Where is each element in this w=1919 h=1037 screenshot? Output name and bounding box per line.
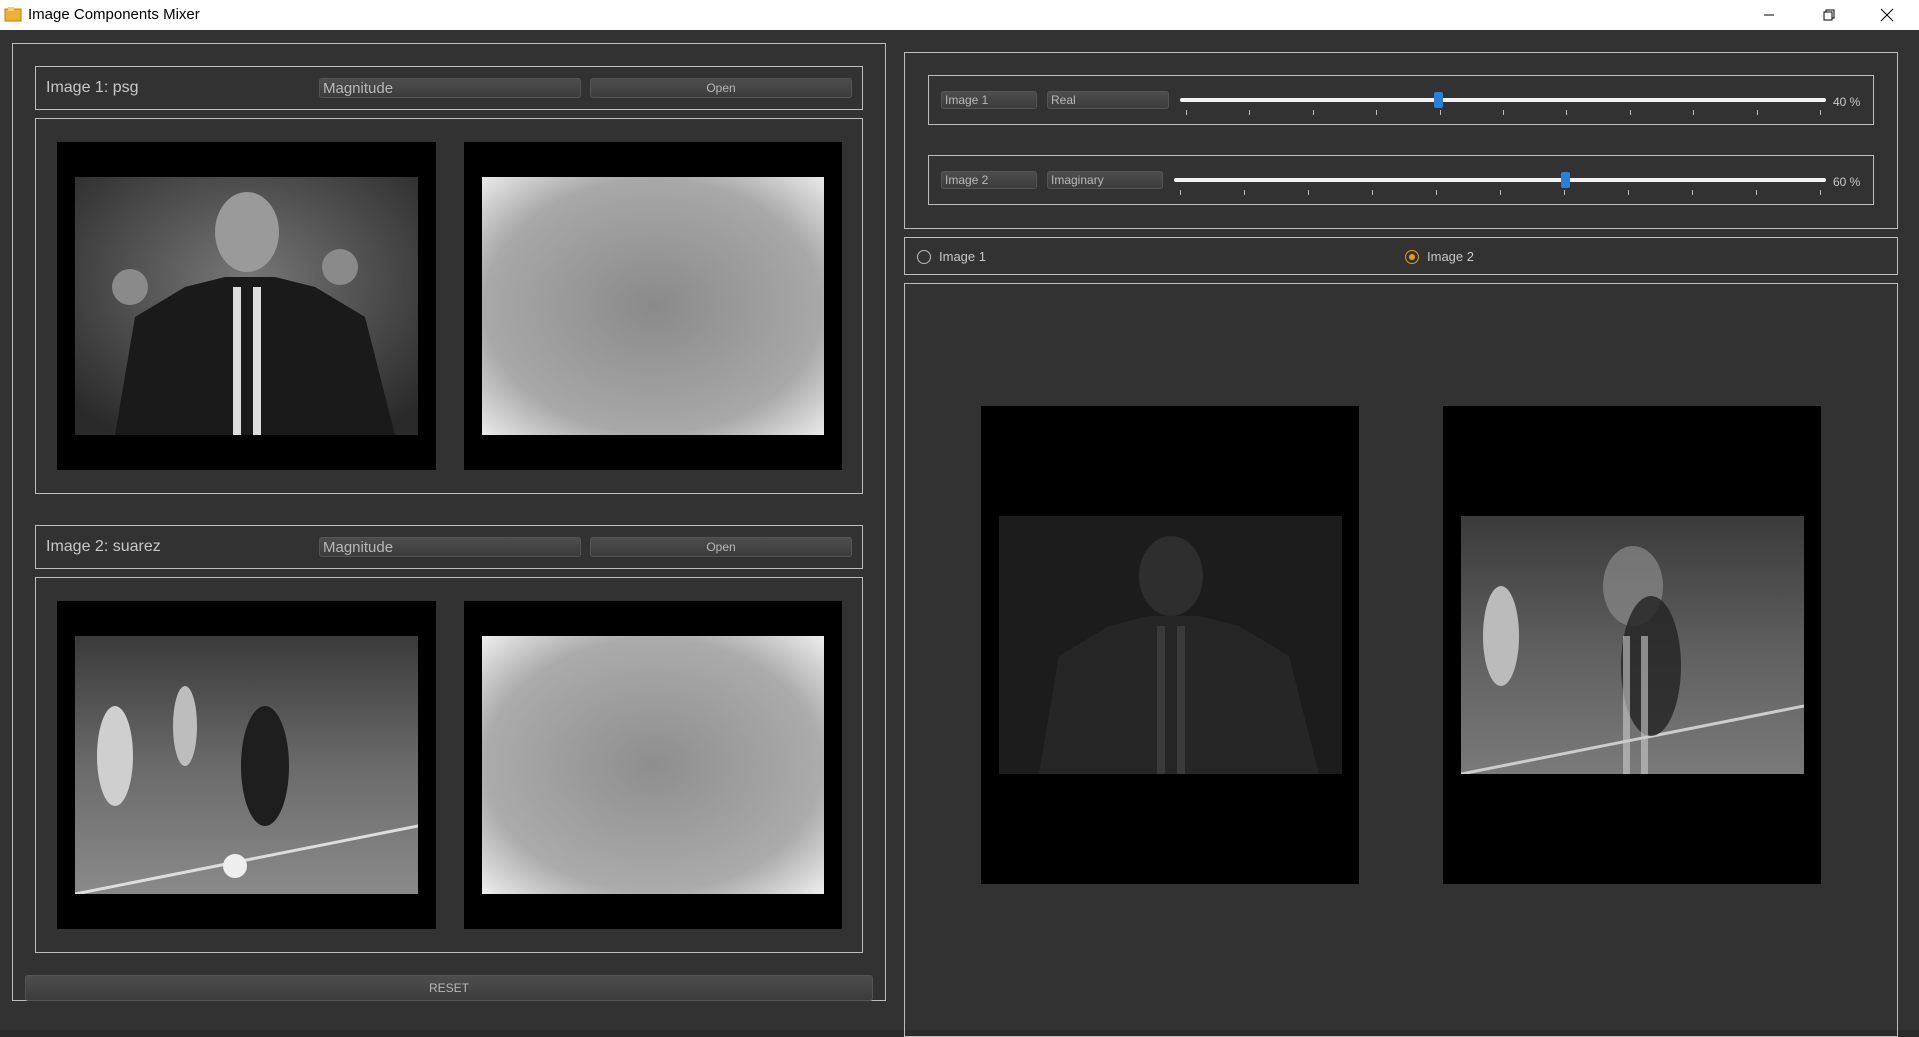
image2-component-view [464, 601, 842, 929]
image2-photo [75, 636, 418, 894]
image1-label: Image 1: psg [46, 79, 139, 96]
image2-component-select[interactable]: Magnitude [319, 537, 581, 557]
minimize-button[interactable] [1740, 0, 1798, 30]
slider-tick [1756, 190, 1757, 195]
slider-tick [1376, 110, 1378, 115]
image2-original-view [57, 601, 436, 929]
slider-tick [1628, 190, 1629, 195]
slider-tick [1249, 110, 1251, 115]
image1-photo [75, 177, 418, 435]
image1-open-button[interactable]: Open [590, 78, 852, 98]
slider-tick [1312, 110, 1314, 115]
row1-slider-track[interactable] [1180, 98, 1826, 102]
slider-tick [1820, 110, 1821, 115]
slider-tick [1436, 190, 1437, 195]
output1-label: Image 1 [939, 249, 986, 264]
title-bar: Image Components Mixer [0, 0, 1919, 30]
slider-tick [1372, 190, 1373, 195]
row1-percent: 40 % [1833, 95, 1861, 109]
close-icon [1880, 8, 1894, 22]
row2-source-select[interactable]: Image 2 [941, 171, 1037, 189]
row1-component-select[interactable]: Real [1047, 91, 1169, 109]
row2-slider-handle[interactable] [1561, 172, 1571, 188]
row1-source-select[interactable]: Image 1 [941, 91, 1037, 109]
slider-tick [1439, 110, 1441, 115]
row2-component-select[interactable]: Imaginary [1047, 171, 1163, 189]
slider-tick [1186, 110, 1187, 115]
slider-tick [1629, 110, 1631, 115]
slider-tick [1244, 190, 1245, 195]
window-title: Image Components Mixer [28, 6, 200, 23]
output-selector: Image 1 Image 2 [904, 237, 1898, 275]
slider-tick [1308, 190, 1309, 195]
image2-magnitude-spectrum [482, 636, 824, 894]
image1-component-view [464, 142, 842, 470]
slider-tick [1692, 190, 1693, 195]
app-body: Image 1: psg Magnitude Open Image 2: sua… [0, 30, 1919, 1037]
slider-tick [1566, 110, 1568, 115]
image1-magnitude-spectrum [482, 177, 824, 435]
slider-tick [1693, 110, 1695, 115]
output1-image [999, 516, 1342, 774]
close-button[interactable] [1858, 0, 1916, 30]
output2-radio[interactable] [1405, 250, 1419, 264]
minimize-icon [1764, 14, 1774, 16]
slider-tick [1180, 190, 1181, 195]
row1-slider-handle[interactable] [1434, 92, 1444, 108]
image1-original-view [57, 142, 436, 470]
restore-button[interactable] [1800, 0, 1858, 30]
mixer-row-2: Image 2 Imaginary 60 % [928, 155, 1874, 205]
output2-image [1461, 516, 1804, 774]
output2-label: Image 2 [1427, 249, 1474, 264]
app-icon [4, 7, 22, 22]
image1-header: Image 1: psg Magnitude Open [35, 66, 863, 110]
slider-tick [1500, 190, 1501, 195]
slider-tick [1503, 110, 1504, 115]
image2-label: Image 2: suarez [46, 538, 161, 555]
output1-view [981, 406, 1359, 884]
row2-slider-track[interactable] [1174, 178, 1826, 182]
slider-tick [1756, 110, 1758, 115]
restore-icon [1823, 9, 1835, 21]
row2-percent: 60 % [1833, 175, 1861, 189]
image1-component-select[interactable]: Magnitude [319, 78, 581, 98]
slider-tick [1820, 190, 1821, 195]
output1-radio[interactable] [917, 250, 931, 264]
image2-header: Image 2: suarez Magnitude Open [35, 525, 863, 569]
mixer-row-1: Image 1 Real 40 % [928, 75, 1874, 125]
output2-view [1443, 406, 1821, 884]
slider-tick [1564, 190, 1565, 195]
reset-button[interactable]: RESET [25, 975, 873, 1001]
image2-open-button[interactable]: Open [590, 537, 852, 557]
